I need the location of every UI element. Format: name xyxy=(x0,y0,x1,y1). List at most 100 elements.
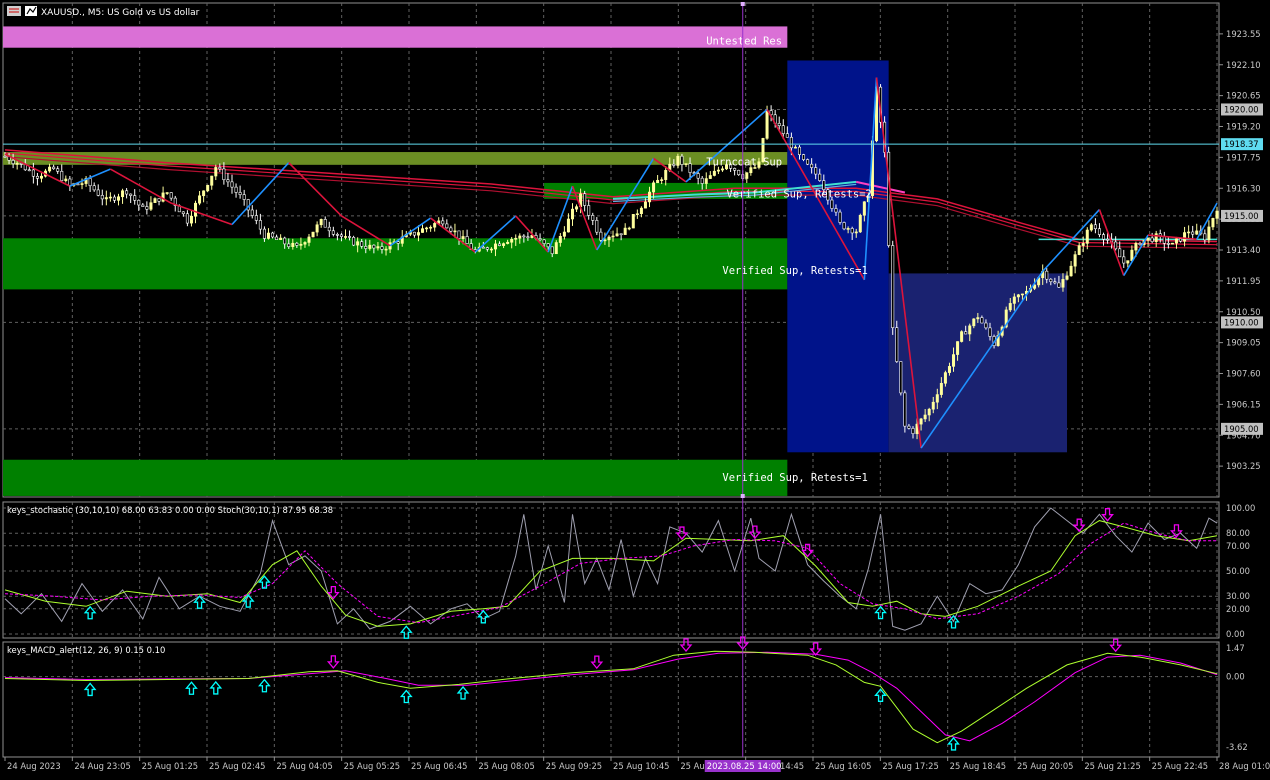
stoch-tick-label: 30.00 xyxy=(1226,591,1250,601)
candle-body xyxy=(441,220,445,225)
candle-body xyxy=(1166,243,1170,245)
candle-body xyxy=(287,243,291,247)
candle-body xyxy=(737,169,741,175)
candle-body xyxy=(1114,241,1118,250)
candle-body xyxy=(939,382,943,395)
candle-body xyxy=(445,223,449,229)
candle-body xyxy=(149,202,153,210)
candle-body xyxy=(854,231,858,234)
candle-body xyxy=(972,318,976,327)
candle-body xyxy=(35,175,39,179)
candle-body xyxy=(457,230,461,239)
candle-body xyxy=(980,317,984,324)
candle-body xyxy=(777,123,781,126)
candle-body xyxy=(664,170,668,180)
candle-body xyxy=(250,209,254,216)
candle-body xyxy=(607,236,611,241)
candle-body xyxy=(112,196,116,201)
candle-body xyxy=(315,224,319,233)
candle-body xyxy=(708,175,712,179)
candle-body xyxy=(964,331,968,335)
candle-body xyxy=(522,235,526,238)
price-tick-label: 1913.40 xyxy=(1226,245,1261,255)
zone-3 xyxy=(3,238,788,290)
chart-list-icon[interactable] xyxy=(7,6,21,16)
candle-body xyxy=(1146,237,1150,241)
price-axis: 1923.55 1922.10 1920.65 1919.20 1917.75 1916.… xyxy=(1219,29,1261,471)
candle-body xyxy=(858,214,862,233)
candle-body xyxy=(830,199,834,209)
candle-body xyxy=(1203,233,1207,241)
candle-body xyxy=(891,245,895,329)
candle-body xyxy=(56,168,60,172)
candle-body xyxy=(335,234,339,236)
candle-body xyxy=(639,207,643,215)
candle-body xyxy=(194,202,198,217)
candle-body xyxy=(129,193,133,196)
stoch-tick-label: 50.00 xyxy=(1226,566,1250,576)
candle-body xyxy=(947,366,951,373)
candle-body xyxy=(15,163,19,165)
candle-body xyxy=(343,236,347,238)
time-tick-label: 25 Aug 17:25 xyxy=(882,761,938,771)
time-tick-label: 24 Aug 2023 xyxy=(7,761,61,771)
candle-body xyxy=(704,178,708,184)
candle-body xyxy=(323,219,327,228)
candle-body xyxy=(927,408,931,416)
crosshair-time-label: 2023.08.25 14:00 xyxy=(707,761,782,771)
candle-body xyxy=(222,168,226,181)
candle-body xyxy=(923,414,927,420)
candle-body xyxy=(1174,238,1178,244)
candle-body xyxy=(1016,294,1020,298)
candle-body xyxy=(489,248,493,251)
candle-body xyxy=(380,246,384,250)
candle-body xyxy=(364,246,368,249)
candle-body xyxy=(226,179,230,183)
candle-body xyxy=(352,237,356,246)
candle-body xyxy=(485,247,489,250)
candle-body xyxy=(384,248,388,251)
candle-body xyxy=(145,206,149,210)
candle-body xyxy=(765,110,769,139)
candle-body xyxy=(181,211,185,215)
candle-body xyxy=(372,244,376,249)
stoch-tick-label: 20.00 xyxy=(1226,604,1250,614)
candle-body xyxy=(583,193,587,206)
candle-body xyxy=(52,166,56,170)
stoch-tick-label: 0.00 xyxy=(1226,629,1245,639)
price-tag-label: 1920.00 xyxy=(1224,104,1259,114)
candle-body xyxy=(116,196,120,201)
candle-body xyxy=(360,241,364,247)
trading-chart[interactable]: Untested Res Turncoat Sup Verified Sup, Re… xyxy=(0,0,1270,776)
time-tick-label: 28 Aug 01:0 xyxy=(1219,761,1270,771)
candle-body xyxy=(566,218,570,233)
candle-body xyxy=(1211,218,1215,228)
candle-body xyxy=(275,236,279,240)
price-tag-label: 1910.00 xyxy=(1224,317,1259,327)
candle-body xyxy=(121,190,125,198)
candle-body xyxy=(599,231,603,241)
candle-body xyxy=(781,125,785,134)
price-tick-label: 1917.75 xyxy=(1226,152,1261,162)
crosshair-handle-top[interactable] xyxy=(740,2,745,6)
candle-body xyxy=(242,194,246,200)
candle-body xyxy=(327,226,331,232)
candle-body xyxy=(968,325,972,335)
candle-body xyxy=(623,227,627,235)
candle-body xyxy=(676,155,680,166)
chart-background xyxy=(0,0,1270,776)
candle-body xyxy=(1089,224,1093,231)
candle-body xyxy=(903,392,907,427)
candle-body xyxy=(206,184,210,192)
candle-body xyxy=(238,192,242,195)
candle-body xyxy=(202,190,206,197)
candle-body xyxy=(976,317,980,320)
candle-body xyxy=(660,179,664,181)
candle-body xyxy=(611,235,615,238)
candle-body xyxy=(279,237,283,240)
crosshair-handle-bottom[interactable] xyxy=(740,494,745,498)
candle-body xyxy=(1150,237,1154,242)
candle-body xyxy=(988,327,992,337)
candle-body xyxy=(562,231,566,237)
candle-body xyxy=(210,175,214,186)
